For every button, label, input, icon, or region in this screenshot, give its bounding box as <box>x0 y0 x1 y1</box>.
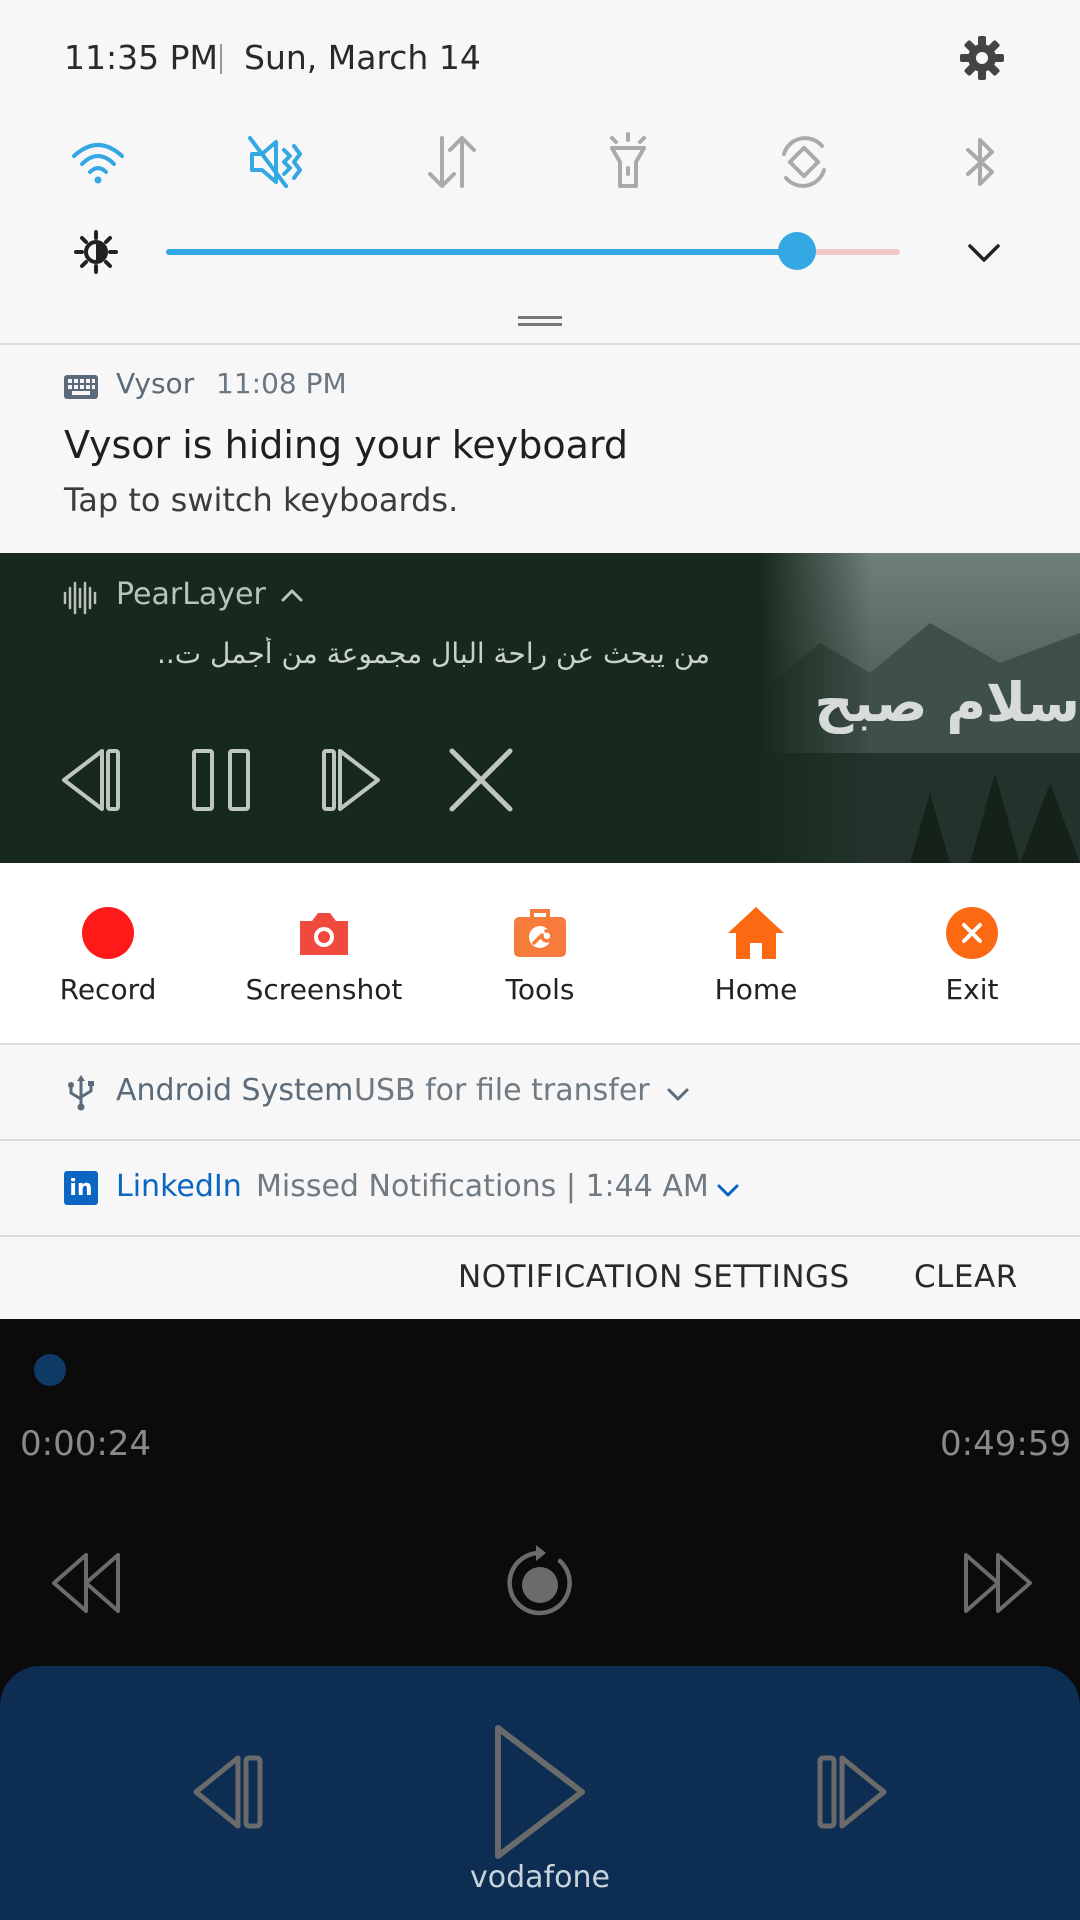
tools-label: Tools <box>505 973 575 1006</box>
home-icon <box>728 907 784 959</box>
vysor-toolbar: Record Screenshot Tools Home Exit <box>0 863 1080 1045</box>
chevron-up-icon[interactable] <box>280 587 304 603</box>
carrier-label: vodafone <box>470 1860 610 1895</box>
mobile-data-icon[interactable] <box>422 132 482 192</box>
flashlight-icon[interactable] <box>598 132 658 192</box>
screenshot-button[interactable]: Screenshot <box>216 863 432 1043</box>
exit-icon <box>946 907 998 959</box>
fast-forward-icon[interactable] <box>958 1545 1034 1621</box>
previous-track-icon[interactable] <box>188 1752 268 1832</box>
status-separator <box>220 44 222 74</box>
media-app-name: PearLayer <box>116 577 266 612</box>
next-track-icon[interactable] <box>316 745 386 815</box>
total-time: 0:49:59 <box>940 1424 1072 1464</box>
album-art: سلام صبح <box>760 553 1080 863</box>
audio-wave-icon <box>63 581 97 615</box>
clear-button[interactable]: CLEAR <box>914 1259 1018 1295</box>
brightness-slider-fill <box>166 249 798 255</box>
android-system-notification[interactable]: Android System USB for file transfer <box>0 1045 1080 1141</box>
screenshot-label: Screenshot <box>245 973 403 1006</box>
vysor-notification[interactable]: Vysor 11:08 PM Vysor is hiding your keyb… <box>0 345 1080 553</box>
linkedin-app-name: LinkedIn <box>116 1169 242 1204</box>
camera-icon <box>300 913 348 955</box>
status-time: 11:35 PM <box>64 38 218 77</box>
chevron-down-icon[interactable] <box>666 1087 690 1103</box>
wifi-icon[interactable] <box>68 132 128 192</box>
gear-icon[interactable] <box>958 34 1006 82</box>
notification-title: Vysor is hiding your keyboard <box>64 423 629 467</box>
keyboard-icon <box>64 375 98 399</box>
elapsed-time: 0:00:24 <box>20 1424 152 1464</box>
brightness-icon <box>74 230 118 274</box>
exit-label: Exit <box>945 973 999 1006</box>
replay-icon[interactable] <box>502 1545 578 1621</box>
toolbox-icon <box>514 909 566 957</box>
rewind-icon[interactable] <box>50 1545 126 1621</box>
chevron-down-icon[interactable] <box>964 238 1004 268</box>
notification-actions-bar: NOTIFICATION SETTINGS CLEAR <box>0 1237 1080 1319</box>
drag-handle[interactable] <box>518 316 562 326</box>
previous-track-icon[interactable] <box>56 745 126 815</box>
notification-time: 11:08 PM <box>216 367 347 400</box>
progress-indicator-dot[interactable] <box>34 1354 66 1386</box>
quick-settings-panel: 11:35 PM Sun, March 14 <box>0 0 1080 345</box>
record-icon <box>82 907 134 959</box>
album-art-text: سلام صبح <box>814 671 1080 734</box>
mute-icon[interactable] <box>246 132 306 192</box>
usb-icon <box>68 1075 94 1111</box>
play-icon[interactable] <box>490 1722 590 1862</box>
tools-button[interactable]: Tools <box>432 863 648 1043</box>
next-track-icon[interactable] <box>812 1752 892 1832</box>
linkedin-text: Missed Notifications | 1:44 AM <box>256 1169 709 1204</box>
media-track-title: من يبحث عن راحة البال مجموعة من أجمل ت.. <box>157 637 710 670</box>
status-date: Sun, March 14 <box>244 38 481 77</box>
android-system-app-name: Android System <box>116 1073 354 1108</box>
record-button[interactable]: Record <box>0 863 216 1043</box>
linkedin-notification[interactable]: in LinkedIn Missed Notifications | 1:44 … <box>0 1141 1080 1237</box>
record-label: Record <box>59 973 157 1006</box>
pause-icon[interactable] <box>186 745 256 815</box>
bluetooth-icon[interactable] <box>950 132 1010 192</box>
android-system-text: USB for file transfer <box>354 1073 650 1108</box>
home-label: Home <box>714 973 798 1006</box>
notification-settings-button[interactable]: NOTIFICATION SETTINGS <box>458 1259 850 1295</box>
notification-body: Tap to switch keyboards. <box>64 481 459 519</box>
chevron-down-icon[interactable] <box>716 1183 740 1199</box>
home-button[interactable]: Home <box>648 863 864 1043</box>
close-icon[interactable] <box>446 745 516 815</box>
brightness-slider-handle[interactable] <box>778 232 817 270</box>
exit-button[interactable]: Exit <box>864 863 1080 1043</box>
notification-app-name: Vysor <box>116 367 195 400</box>
auto-rotate-icon[interactable] <box>774 132 834 192</box>
linkedin-icon: in <box>64 1171 98 1205</box>
media-notification[interactable]: سلام صبح PearLayer من يبحث عن راحة البال… <box>0 553 1080 863</box>
